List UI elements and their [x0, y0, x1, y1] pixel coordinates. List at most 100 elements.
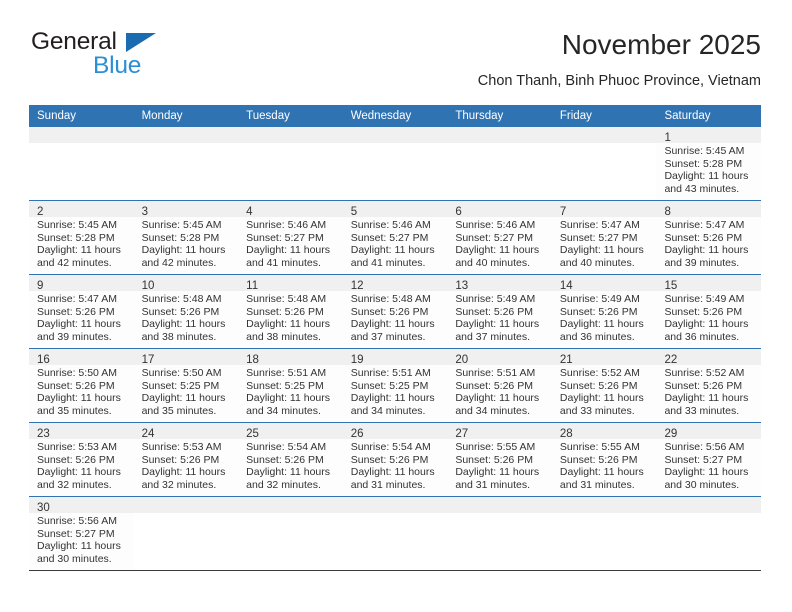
- day-number-band: 14: [551, 275, 657, 292]
- day-detail-line: Sunrise: 5:48 AM: [141, 293, 222, 305]
- day-detail-line: Sunset: 5:27 PM: [455, 231, 533, 244]
- day-detail-line: Sunset: 5:26 PM: [455, 453, 533, 466]
- day-detail-line: Daylight: 11 hours: [559, 392, 644, 405]
- day-detail-line: Sunrise: 5:54 AM: [350, 441, 431, 453]
- day-detail-line: and 38 minutes.: [246, 330, 321, 343]
- day-cell-29[interactable]: 29 Sunrise: 5:56 AM Sunset: 5:27 PM Dayligh…: [656, 423, 762, 496]
- day-cell-14[interactable]: 14 Sunrise: 5:49 AM Sunset: 5:26 PM Dayligh…: [551, 275, 657, 348]
- day-cell-1[interactable]: 1 Sunrise: 5:45 AM Sunset: 5:28 PM Daylight…: [656, 127, 762, 200]
- day-detail-line: Sunset: 5:26 PM: [350, 453, 429, 466]
- day-detail-line: and 39 minutes.: [664, 256, 740, 269]
- day-cell-5[interactable]: 5 Sunrise: 5:46 AM Sunset: 5:27 PM Daylight…: [342, 201, 448, 274]
- day-detail-line: Sunrise: 5:47 AM: [559, 219, 640, 231]
- day-details: Sunrise: 5:55 AM Sunset: 5:26 PM Daylight:…: [552, 439, 657, 491]
- day-detail-line: and 38 minutes.: [141, 330, 217, 343]
- day-cell-13[interactable]: 13 Sunrise: 5:49 AM Sunset: 5:26 PM Dayligh…: [447, 275, 552, 348]
- day-cell-20[interactable]: 20 Sunrise: 5:51 AM Sunset: 5:26 PM Dayligh…: [447, 349, 552, 422]
- day-number-band: 26: [342, 423, 448, 440]
- day-cell-2[interactable]: 2 Sunrise: 5:45 AM Sunset: 5:28 PM Daylight…: [29, 201, 134, 274]
- day-detail-line: Daylight: 11 hours: [559, 244, 644, 257]
- day-detail-line: Sunrise: 5:49 AM: [455, 293, 536, 305]
- day-cell-empty: [238, 127, 343, 200]
- day-detail-line: Daylight: 11 hours: [664, 392, 749, 405]
- day-cell-19[interactable]: 19 Sunrise: 5:51 AM Sunset: 5:25 PM Dayligh…: [342, 349, 448, 422]
- day-detail-line: Sunset: 5:26 PM: [559, 305, 638, 318]
- day-cell-9[interactable]: 9 Sunrise: 5:47 AM Sunset: 5:26 PM Daylight…: [29, 275, 134, 348]
- day-detail-line: Sunrise: 5:49 AM: [664, 293, 745, 305]
- day-cell-23[interactable]: 23 Sunrise: 5:53 AM Sunset: 5:26 PM Dayligh…: [29, 423, 134, 496]
- day-number: 17: [141, 354, 155, 366]
- day-detail-line: Sunrise: 5:53 AM: [37, 441, 117, 453]
- day-number-band: 27: [447, 423, 552, 440]
- weekday-header-sunday: Sunday: [37, 110, 77, 122]
- day-cell-27[interactable]: 27 Sunrise: 5:55 AM Sunset: 5:26 PM Dayligh…: [447, 423, 552, 496]
- day-details: Sunrise: 5:56 AM Sunset: 5:27 PM Daylight:…: [29, 513, 134, 565]
- day-detail-line: Daylight: 11 hours: [37, 244, 121, 257]
- day-cell-21[interactable]: 21 Sunrise: 5:52 AM Sunset: 5:26 PM Dayligh…: [551, 349, 657, 422]
- day-cell-18[interactable]: 18 Sunrise: 5:51 AM Sunset: 5:25 PM Dayligh…: [238, 349, 343, 422]
- day-cell-8[interactable]: 8 Sunrise: 5:47 AM Sunset: 5:26 PM Daylight…: [656, 201, 762, 274]
- day-cell-7[interactable]: 7 Sunrise: 5:47 AM Sunset: 5:27 PM Daylight…: [551, 201, 657, 274]
- weekday-header-wednesday: Wednesday: [350, 110, 412, 122]
- day-cell-25[interactable]: 25 Sunrise: 5:54 AM Sunset: 5:26 PM Dayligh…: [238, 423, 343, 496]
- day-number-band: 6: [447, 201, 552, 218]
- day-number: 26: [350, 428, 364, 440]
- calendar-week-row: 2 Sunrise: 5:45 AM Sunset: 5:28 PM Daylight…: [29, 201, 762, 275]
- day-details: Sunrise: 5:46 AM Sunset: 5:27 PM Daylight:…: [238, 217, 343, 269]
- day-cell-24[interactable]: 24 Sunrise: 5:53 AM Sunset: 5:26 PM Dayligh…: [133, 423, 239, 496]
- day-detail-line: Sunset: 5:26 PM: [664, 379, 743, 392]
- day-number-band: [133, 497, 239, 513]
- day-cell-6[interactable]: 6 Sunrise: 5:46 AM Sunset: 5:27 PM Daylight…: [447, 201, 552, 274]
- day-details: Sunrise: 5:50 AM Sunset: 5:26 PM Daylight:…: [29, 365, 134, 417]
- day-number-band: 1: [656, 127, 762, 144]
- day-number: 21: [559, 354, 573, 366]
- day-cell-22[interactable]: 22 Sunrise: 5:52 AM Sunset: 5:26 PM Dayligh…: [656, 349, 762, 422]
- day-number-band: [342, 127, 448, 143]
- day-detail-line: Sunrise: 5:56 AM: [37, 515, 117, 527]
- day-number: 28: [559, 428, 573, 440]
- day-detail-line: Daylight: 11 hours: [350, 318, 435, 331]
- day-detail-line: Daylight: 11 hours: [246, 466, 331, 479]
- day-cell-10[interactable]: 10 Sunrise: 5:48 AM Sunset: 5:26 PM Dayligh…: [133, 275, 239, 348]
- day-detail-line: Sunrise: 5:55 AM: [455, 441, 536, 453]
- day-detail-line: and 36 minutes.: [559, 330, 635, 343]
- day-cell-12[interactable]: 12 Sunrise: 5:48 AM Sunset: 5:26 PM Dayligh…: [342, 275, 448, 348]
- day-cell-empty: [133, 127, 239, 200]
- day-detail-line: Sunrise: 5:46 AM: [246, 219, 327, 231]
- day-cell-empty: [447, 497, 552, 570]
- day-detail-line: and 31 minutes.: [559, 478, 635, 491]
- day-detail-line: Sunset: 5:27 PM: [350, 231, 429, 244]
- day-cell-4[interactable]: 4 Sunrise: 5:46 AM Sunset: 5:27 PM Daylight…: [238, 201, 343, 274]
- day-detail-line: Daylight: 11 hours: [246, 392, 331, 405]
- day-cell-11[interactable]: 11 Sunrise: 5:48 AM Sunset: 5:26 PM Dayligh…: [238, 275, 343, 348]
- day-cell-15[interactable]: 15 Sunrise: 5:49 AM Sunset: 5:26 PM Dayligh…: [656, 275, 762, 348]
- day-detail-line: Sunrise: 5:51 AM: [455, 367, 536, 379]
- day-cell-16[interactable]: 16 Sunrise: 5:50 AM Sunset: 5:26 PM Dayligh…: [29, 349, 134, 422]
- general-blue-logo[interactable]: General Blue: [31, 28, 241, 90]
- day-cell-empty: [238, 497, 343, 570]
- day-detail-line: Sunrise: 5:52 AM: [559, 367, 640, 379]
- day-detail-line: Sunrise: 5:48 AM: [246, 293, 327, 305]
- day-cell-17[interactable]: 17 Sunrise: 5:50 AM Sunset: 5:25 PM Dayligh…: [133, 349, 239, 422]
- day-detail-line: and 33 minutes.: [664, 404, 740, 417]
- day-detail-line: and 34 minutes.: [246, 404, 321, 417]
- day-detail-line: Sunrise: 5:50 AM: [141, 367, 222, 379]
- day-detail-line: Sunset: 5:25 PM: [246, 379, 324, 392]
- day-detail-line: Daylight: 11 hours: [141, 244, 226, 257]
- day-cell-30[interactable]: 30 Sunrise: 5:56 AM Sunset: 5:27 PM Dayligh…: [29, 497, 134, 570]
- day-details: Sunrise: 5:54 AM Sunset: 5:26 PM Daylight:…: [238, 439, 343, 491]
- day-cell-3[interactable]: 3 Sunrise: 5:45 AM Sunset: 5:28 PM Daylight…: [133, 201, 239, 274]
- day-detail-line: and 31 minutes.: [350, 478, 426, 491]
- day-cell-26[interactable]: 26 Sunrise: 5:54 AM Sunset: 5:26 PM Dayligh…: [342, 423, 448, 496]
- day-details: Sunrise: 5:49 AM Sunset: 5:26 PM Daylight:…: [552, 291, 657, 343]
- day-details: Sunrise: 5:46 AM Sunset: 5:27 PM Daylight:…: [343, 217, 448, 269]
- day-number: 1: [664, 132, 671, 144]
- day-detail-line: Daylight: 11 hours: [37, 466, 121, 479]
- day-cell-28[interactable]: 28 Sunrise: 5:55 AM Sunset: 5:26 PM Dayligh…: [551, 423, 657, 496]
- day-number-band: 15: [656, 275, 762, 292]
- day-details: Sunrise: 5:45 AM Sunset: 5:28 PM Daylight:…: [656, 143, 761, 195]
- day-detail-line: Daylight: 11 hours: [141, 466, 226, 479]
- day-number: 3: [141, 206, 148, 218]
- day-detail-line: Sunset: 5:27 PM: [664, 453, 743, 466]
- day-detail-line: Sunrise: 5:51 AM: [350, 367, 431, 379]
